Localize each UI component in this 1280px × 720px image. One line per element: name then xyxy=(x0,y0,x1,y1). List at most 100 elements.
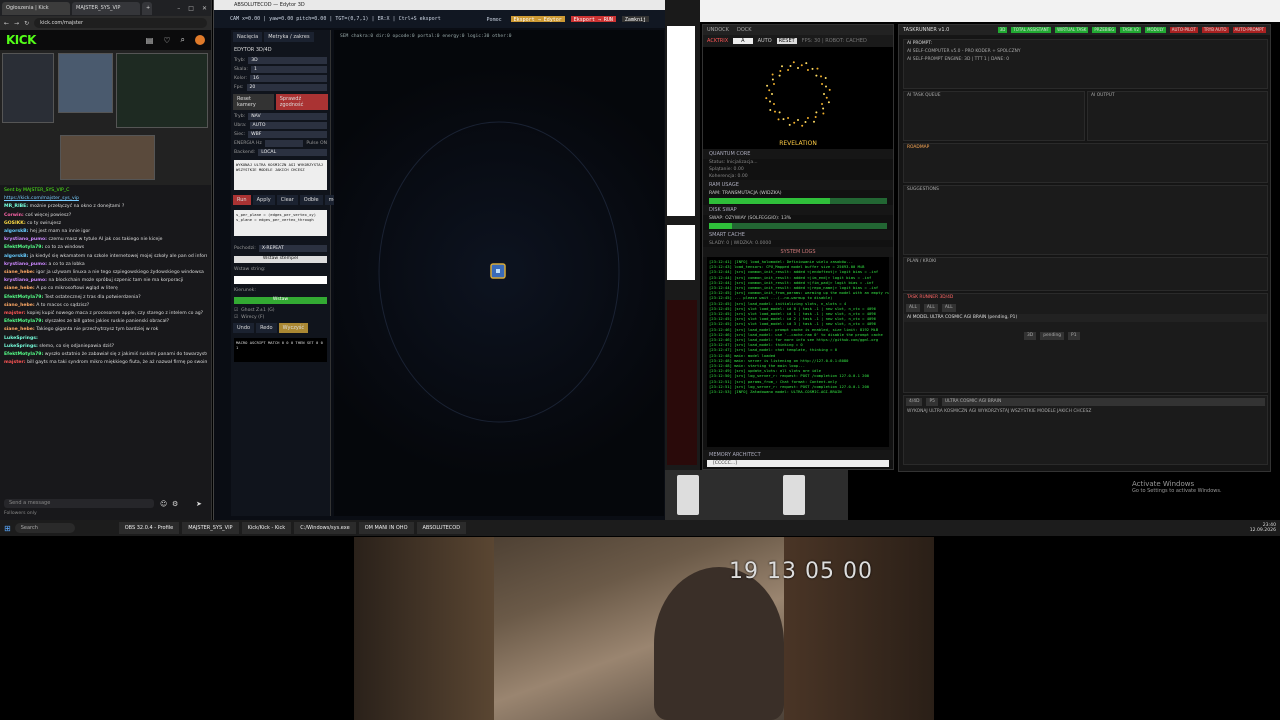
stream-preview[interactable] xyxy=(0,50,211,185)
taskbar-clock[interactable]: 23:40 12.09.2026 xyxy=(1250,523,1276,533)
field-select[interactable]: 1 xyxy=(250,66,327,73)
redo-button[interactable]: Redo xyxy=(256,323,277,333)
send-icon[interactable]: ➤ xyxy=(196,500,202,508)
priority-select[interactable]: P5 xyxy=(926,398,938,406)
backend-select[interactable]: LOCAL xyxy=(258,149,327,156)
taskbar-app[interactable]: OM MANI IN OHO xyxy=(358,522,414,534)
field-select[interactable]: 16 xyxy=(250,75,327,82)
browser-tab[interactable]: Ogłoszenia | Kick xyxy=(2,1,70,15)
chat-username[interactable]: krystiano_pumo: xyxy=(4,278,47,283)
close-editor-button[interactable]: Zamknij xyxy=(621,16,649,23)
script-button[interactable]: Clear xyxy=(276,195,298,205)
emoji-icon[interactable]: ☺ xyxy=(160,500,167,508)
prompt-textarea[interactable]: WYKONAJ ULTRA KOSMICZN AGI WYKORZYSTAJ W… xyxy=(234,160,327,190)
job-dim-select[interactable]: 3D xyxy=(1024,332,1037,340)
insert-stamp-button[interactable]: Wstaw stempel xyxy=(234,256,327,263)
browser-tab[interactable]: MAJSTER_SYS_VIP xyxy=(72,1,140,15)
chat-username[interactable]: siano_hebe: xyxy=(4,303,35,308)
chat-username[interactable]: krystiano_pumo: xyxy=(4,262,47,267)
back-icon[interactable]: ← xyxy=(4,20,9,27)
chat-username[interactable]: Corwin: xyxy=(4,213,24,218)
chat-username[interactable]: algorskB: xyxy=(4,254,29,259)
chat-username[interactable]: GOSIKK: xyxy=(4,221,26,226)
clear-button[interactable]: Wyczyść xyxy=(278,323,309,333)
chat-username[interactable]: EfektMotyla79: xyxy=(4,295,43,300)
chat-username[interactable]: algorskB: xyxy=(4,229,29,234)
script-button[interactable]: Apply xyxy=(252,195,275,205)
ghost-checkbox[interactable]: ☑ Ghost Z±1 (G) xyxy=(231,307,330,314)
script-button[interactable]: Run xyxy=(233,195,251,205)
chat-username[interactable]: siane_hebe: xyxy=(4,270,35,275)
toolbar-button[interactable]: AUTO-PILOT xyxy=(1169,27,1198,33)
check-compat-button[interactable]: Sprawdź zgodność xyxy=(275,94,328,110)
pinned-link[interactable]: https://kick.com/majster_sys_vip xyxy=(4,195,207,203)
job-priority-select[interactable]: P1 xyxy=(1068,332,1080,340)
field-select[interactable]: 20 xyxy=(246,84,327,91)
tab-nacięcia[interactable]: Nacięcia xyxy=(233,32,263,42)
forward-icon[interactable]: → xyxy=(14,20,19,27)
filter-select[interactable]: ALL xyxy=(923,304,938,312)
dim-select[interactable]: 4/4D xyxy=(906,398,923,406)
settings-icon[interactable]: ⚙ xyxy=(172,500,178,508)
field-select[interactable]: NAV xyxy=(248,113,327,120)
avatar[interactable] xyxy=(195,35,205,45)
chat-username[interactable]: LukeSprings: xyxy=(4,344,38,349)
taskbar-search[interactable]: Search xyxy=(14,523,75,533)
taskbar-app[interactable]: MAJSTER_SYS_VIP xyxy=(182,522,239,534)
toolbar-button[interactable]: 3D xyxy=(997,27,1008,33)
job-row[interactable]: AI MODEL ULTRA COSMIC AGI BRAIN (pending… xyxy=(904,314,1267,322)
search-icon[interactable]: ⌕ xyxy=(181,35,185,45)
filter-select[interactable]: ALL xyxy=(941,304,956,312)
chat-username[interactable]: majster: xyxy=(4,360,26,365)
toolbar-button[interactable]: WIRTUAL TASK xyxy=(1055,27,1089,33)
toolbar-button[interactable]: TRYB AUTO xyxy=(1201,27,1229,33)
pochodzi-select[interactable]: X-REPEAT xyxy=(258,245,327,252)
reload-icon[interactable]: ↻ xyxy=(24,20,29,27)
script-button[interactable]: Odbłe xyxy=(299,195,323,205)
chat-username[interactable]: EfektMotyla79: xyxy=(4,319,43,324)
toolbar-button[interactable]: MODULY xyxy=(1145,27,1166,33)
auto-toggle[interactable]: AUTO xyxy=(758,38,772,44)
undock-tab[interactable]: UNDOCK xyxy=(707,27,729,33)
help-button[interactable]: Pomoc xyxy=(484,16,505,23)
string-input[interactable] xyxy=(234,276,327,284)
reset-button[interactable]: RESET xyxy=(776,38,797,44)
code-textarea[interactable]: s_per_plane = (edges_per_vertex_xy) s_pl… xyxy=(234,210,327,236)
reset-camera-button[interactable]: Reset kamery xyxy=(233,94,274,110)
address-bar[interactable]: kick.com/majster xyxy=(34,18,207,28)
chat-username[interactable]: EfektMotyla79: xyxy=(4,352,43,357)
taskbar-app[interactable]: Kick/Kick - Kick xyxy=(241,522,292,534)
heart-icon[interactable]: ♡ xyxy=(163,36,170,45)
field-select[interactable]: WBF xyxy=(248,131,327,138)
energy-slider[interactable] xyxy=(264,140,304,147)
chat-username[interactable]: EfektMotyla79: xyxy=(4,245,43,250)
kick-logo[interactable]: KICK xyxy=(6,33,36,47)
filter-select[interactable]: ALL xyxy=(906,304,920,312)
chat-username[interactable]: siane_hebe: xyxy=(4,327,35,332)
chat-username[interactable]: MR_RIBE: xyxy=(4,204,28,209)
export-run-button[interactable]: Eksport → RUN xyxy=(570,16,616,23)
taskbar-app[interactable]: ABSOLUTECOD xyxy=(416,522,467,534)
model-input[interactable]: ULTRA COSMIC AGI BRAIN xyxy=(941,398,1265,406)
chat-username[interactable]: krystiano_pumo: xyxy=(4,237,47,242)
toolbar-button[interactable]: PRZEBIEG xyxy=(1092,27,1117,33)
maximize-icon[interactable]: □ xyxy=(188,5,194,12)
mode-select[interactable]: A xyxy=(733,38,753,44)
export-editor-button[interactable]: Eksport → Edytor xyxy=(510,16,565,23)
chat-username[interactable]: LukeSprings: xyxy=(4,336,38,341)
taskbar-app[interactable]: C:/Windows/sys.exe xyxy=(294,522,356,534)
3d-canvas[interactable]: SEM chakra:0 dir:0 opcode:0 portal:0 ene… xyxy=(334,30,664,516)
field-select[interactable]: AUTO xyxy=(249,122,327,129)
field-select[interactable]: 3D xyxy=(248,57,327,64)
chat-input[interactable]: Send a message xyxy=(4,499,154,508)
toolbar-button[interactable]: TASK V2 xyxy=(1120,27,1141,33)
job-status-select[interactable]: pending xyxy=(1040,332,1065,340)
dock-tab[interactable]: DOCK xyxy=(737,27,752,33)
pulse-toggle[interactable]: Pulse ON xyxy=(306,141,327,146)
library-icon[interactable]: ▤ xyxy=(146,36,154,45)
chat-username[interactable]: siane_hebe: xyxy=(4,286,35,291)
wirecube-checkbox[interactable]: ☑ Wirecy (F) xyxy=(231,314,330,321)
taskbar-app[interactable]: OBS 32.0.4 - Profile xyxy=(118,522,180,534)
toolbar-button[interactable]: TOTAL ASSISTANT xyxy=(1011,27,1052,33)
undo-button[interactable]: Undo xyxy=(233,323,255,333)
